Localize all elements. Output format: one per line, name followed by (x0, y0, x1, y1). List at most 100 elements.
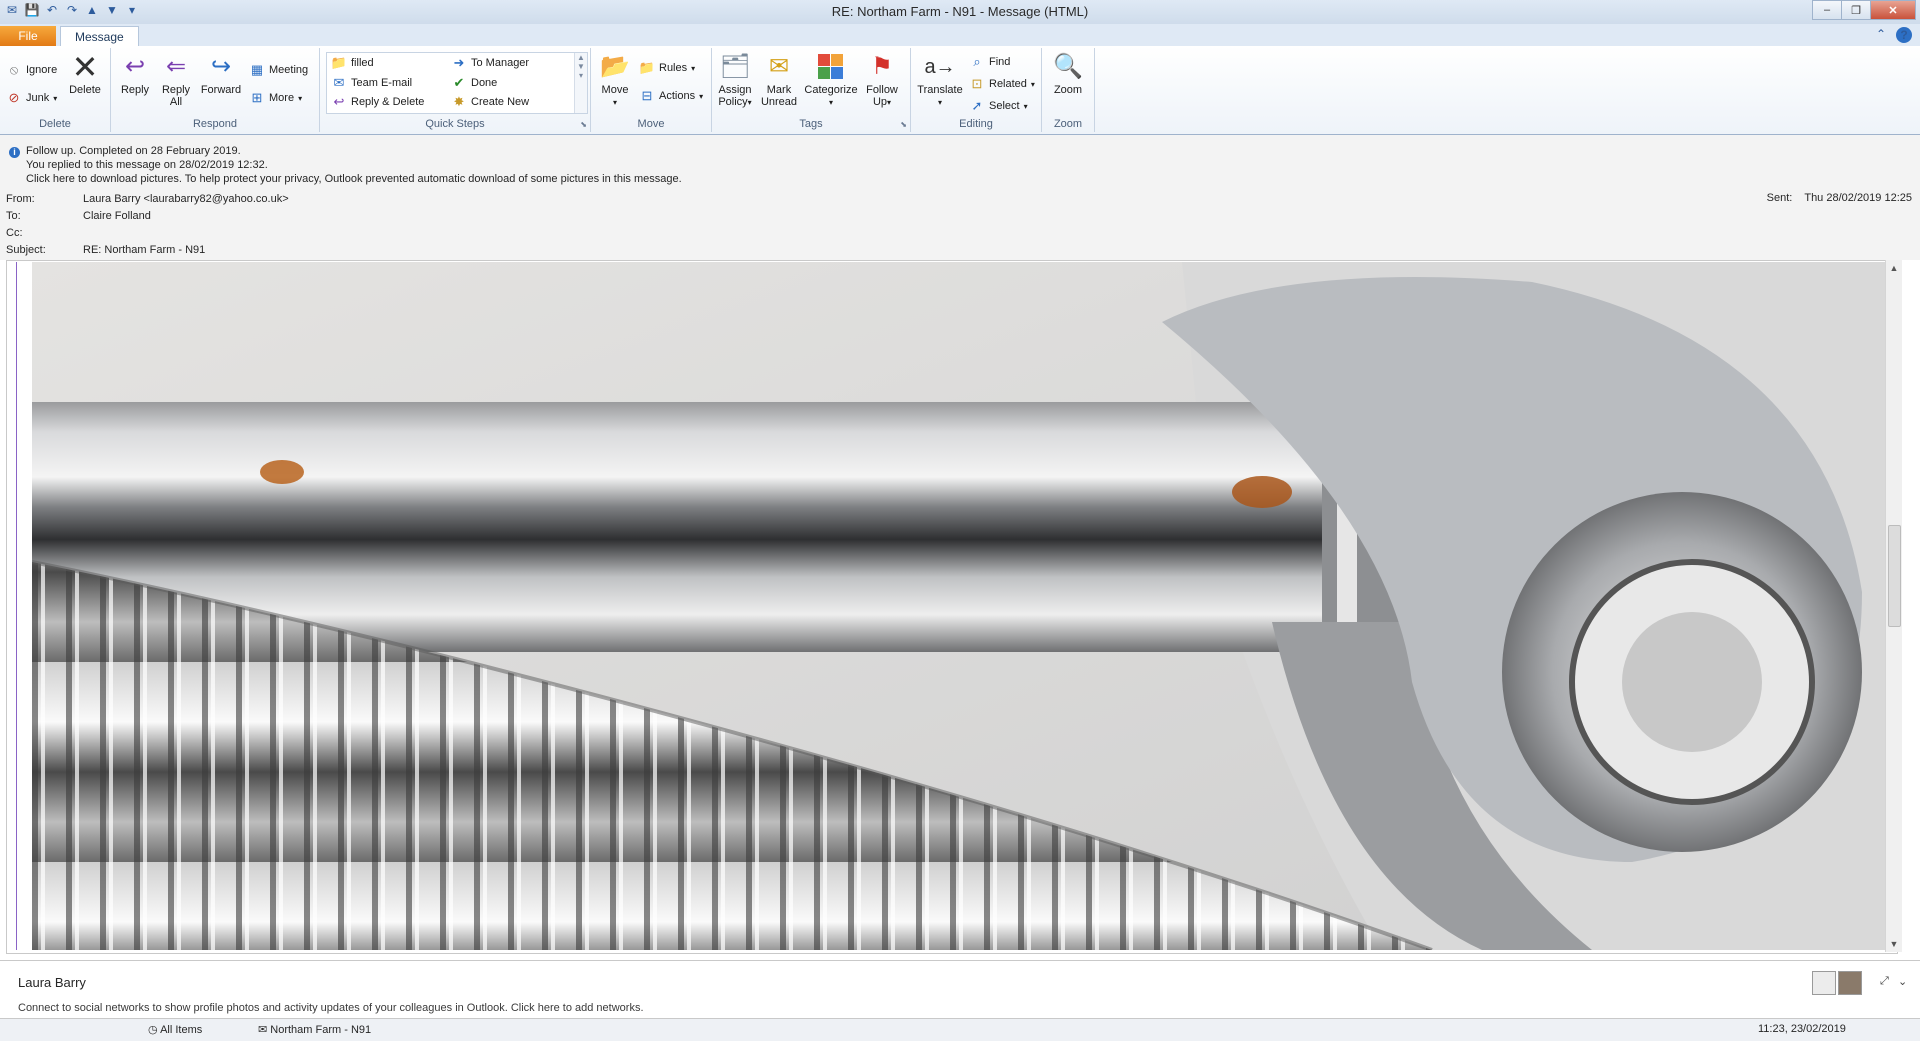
actions-icon: ⊟ (641, 88, 653, 103)
subject-value: RE: Northam Farm - N91 (83, 244, 206, 256)
scroll-down-icon[interactable]: ▼ (1886, 936, 1902, 952)
to-value[interactable]: Claire Folland (83, 210, 151, 222)
vertical-scrollbar[interactable]: ▲ ▼ (1885, 260, 1902, 952)
move-label: Move (601, 84, 629, 96)
quickstep-reply-delete[interactable]: ↩ Reply & Delete (331, 94, 425, 110)
ignore-icon: ⦸ (9, 62, 19, 77)
dialog-launcher-icon[interactable]: ⬊ (580, 120, 587, 129)
quickstep-create-new[interactable]: ✸ Create New (451, 94, 530, 110)
ribbon-tabs: File Message ⌃ ? (0, 24, 1920, 47)
close-button[interactable]: ✕ (1870, 0, 1916, 20)
reply-all-button[interactable]: ⇐ Reply All (158, 52, 194, 109)
junk-button[interactable]: ⊘ Junk ▾ (6, 90, 58, 106)
reply-button[interactable]: ↩ Reply (117, 52, 153, 97)
assign-policy-button[interactable]: 🗂 Assign Policy▾ (714, 52, 756, 109)
rules-button[interactable]: 📁 Rules ▾ (639, 60, 695, 76)
cursor-icon: ➚ (971, 98, 983, 113)
all-items-text: All Items (160, 1024, 203, 1036)
scroll-thumb[interactable] (1888, 525, 1901, 627)
move-button[interactable]: 📂 Move ▾ (597, 52, 633, 109)
tags-group: 🗂 Assign Policy▾ ✉ Mark Unread Categoriz… (712, 48, 911, 132)
editing-group: a→ Translate ▾ ⌕ Find ⊡ Related ▾ ➚ Select ▾ E… (911, 48, 1042, 132)
tab-file[interactable]: File (0, 26, 56, 46)
zoom-group: 🔍 Zoom Zoom (1042, 48, 1095, 132)
minimize-button[interactable]: – (1812, 0, 1842, 20)
ignore-label: Ignore (26, 64, 58, 76)
follow-label-2: Up (872, 96, 888, 108)
categorize-button[interactable]: Categorize ▾ (804, 52, 858, 109)
mark-label-1: Mark (766, 84, 792, 96)
ignore-button[interactable]: ⦸ Ignore (6, 62, 57, 78)
quickstep-team-email[interactable]: ✉ Team E-mail (331, 75, 413, 91)
actions-button[interactable]: ⊟ Actions ▾ (639, 88, 704, 104)
contact-avatar-icon[interactable] (1812, 971, 1836, 995)
contact-name[interactable]: Laura Barry (18, 975, 86, 990)
related-label: Related (989, 78, 1027, 90)
binoculars-icon: ⌕ (973, 54, 981, 69)
meeting-button[interactable]: ▦ Meeting (249, 62, 308, 78)
mark-unread-button[interactable]: ✉ Mark Unread (758, 52, 800, 109)
forward-button[interactable]: ↪ Forward (199, 52, 243, 97)
translate-icon: a→ (924, 56, 956, 78)
status-item[interactable]: ✉ Northam Farm - N91 (258, 1023, 371, 1036)
quickstep-label: filled (351, 57, 374, 69)
subject-label: Subject: (6, 244, 46, 256)
editing-group-label: Editing (959, 118, 993, 130)
dialog-launcher-icon[interactable]: ⬊ (900, 120, 907, 129)
ribbon: ⦸ Ignore ⊘ Junk ▾ ✕ Delete Delete ↩ Reply ⇐… (0, 46, 1920, 135)
rules-label: Rules (659, 62, 688, 74)
scroll-up-icon[interactable]: ▲ (1886, 260, 1902, 276)
info-bar[interactable]: i Follow up. Completed on 28 February 20… (0, 135, 1920, 187)
reply-icon: ↩ (124, 53, 146, 80)
ribbon-right-controls: ⌃ ? (1876, 27, 1912, 43)
quickstep-filled[interactable]: 📁 filled (331, 55, 374, 71)
move-folder-icon: 📂 (600, 53, 630, 80)
select-button[interactable]: ➚ Select ▾ (969, 98, 1028, 114)
quickstep-label: Done (471, 77, 498, 89)
sent-label: Sent: (1766, 192, 1793, 204)
window-controls: – ❐ ✕ (1812, 0, 1916, 20)
sent-info: Sent: Thu 28/02/2019 12:25 (1767, 192, 1912, 204)
expand-pane-icon[interactable]: ⤢ (1880, 975, 1889, 988)
tags-group-label: Tags (799, 118, 823, 130)
delete-group-label: Delete (39, 118, 71, 130)
contact-photo[interactable] (1838, 971, 1862, 995)
more-label: More (269, 92, 295, 104)
zoom-button[interactable]: 🔍 Zoom (1046, 52, 1090, 97)
quicksteps-scroll[interactable]: ▲ ▼ ▾ (574, 53, 587, 113)
select-label: Select (989, 100, 1020, 112)
translate-label: Translate (917, 84, 963, 96)
tab-message[interactable]: Message (60, 26, 139, 47)
quickstep-to-manager[interactable]: ➜ To Manager (451, 55, 530, 71)
related-button[interactable]: ⊡ Related ▾ (969, 76, 1035, 92)
social-networks-link[interactable]: Connect to social networks to show profi… (18, 1002, 644, 1014)
find-button[interactable]: ⌕ Find (969, 54, 1010, 70)
all-items-label[interactable]: ◷ All Items (148, 1023, 202, 1036)
delete-button[interactable]: ✕ Delete (66, 49, 104, 96)
follow-up-button[interactable]: ⚑ Follow Up▾ (860, 52, 904, 109)
follow-up-status: Follow up. Completed on 28 February 2019… (26, 145, 241, 157)
collapse-pane-icon[interactable]: ⌄ (1898, 975, 1907, 988)
quicksteps-group-label: Quick Steps (425, 118, 485, 130)
respond-group-label: Respond (192, 118, 238, 130)
from-value[interactable]: Laura Barry <laurabarry82@yahoo.co.uk> (83, 193, 289, 205)
quickstep-done[interactable]: ✔ Done (451, 75, 498, 91)
move-group: 📂 Move ▾ 📁 Rules ▾ ⊟ Actions ▾ Move (591, 48, 712, 132)
restore-button[interactable]: ❐ (1841, 0, 1871, 20)
delete-x-icon: ✕ (71, 49, 99, 85)
help-icon[interactable]: ? (1896, 27, 1912, 43)
cc-label: Cc: (6, 227, 23, 239)
minimize-ribbon-icon[interactable]: ⌃ (1876, 27, 1886, 43)
reply-delete-icon: ↩ (333, 94, 345, 109)
translate-button[interactable]: a→ Translate ▾ (915, 52, 965, 109)
quicksteps-group: 📁 filled ✉ Team E-mail ↩ Reply & Delete ➜ To… (320, 48, 591, 132)
team-email-icon: ✉ (333, 75, 345, 90)
more-icon: ⊞ (251, 90, 263, 105)
junk-label: Junk (26, 92, 50, 104)
item-icon: ✉ (258, 1024, 268, 1036)
respond-group: ↩ Reply ⇐ Reply All ↪ Forward ▦ Meeting ⊞… (111, 48, 320, 132)
download-pictures-link[interactable]: Click here to download pictures. To help… (26, 173, 682, 185)
to-manager-icon: ➜ (453, 55, 465, 70)
to-label: To: (6, 210, 21, 222)
more-button[interactable]: ⊞ More ▾ (249, 90, 303, 106)
